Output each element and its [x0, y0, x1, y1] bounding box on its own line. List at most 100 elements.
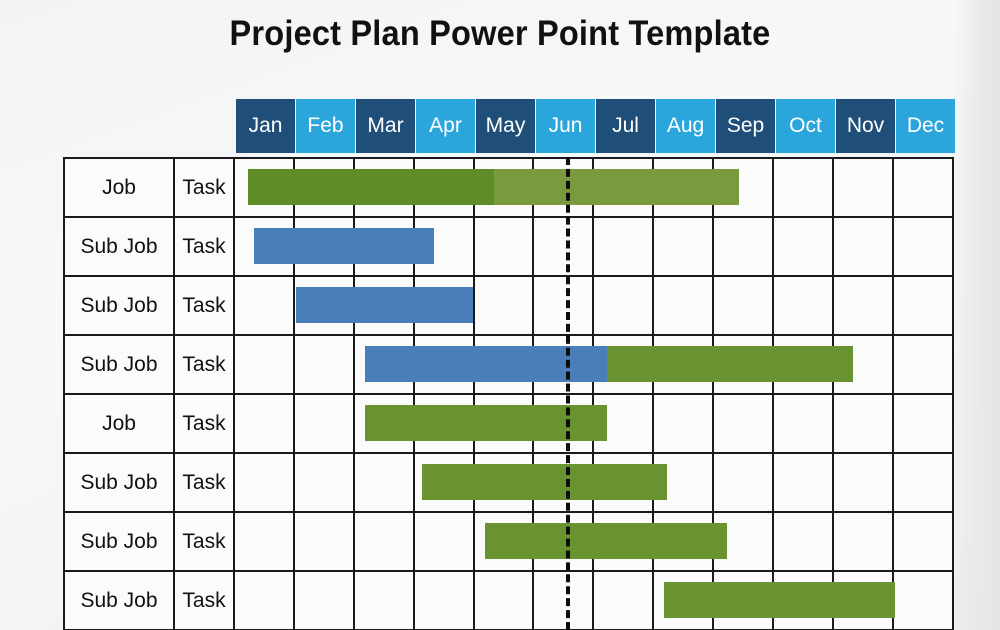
month-header-mar[interactable]: Mar — [356, 99, 415, 153]
grid-cell-nov[interactable] — [831, 570, 894, 630]
grid-cell-dec[interactable] — [891, 393, 954, 454]
grid-cell-sep[interactable] — [712, 570, 775, 630]
grid-cell-apr[interactable] — [412, 334, 475, 395]
grid-cell-jul[interactable] — [592, 275, 655, 336]
grid-cell-oct[interactable] — [772, 511, 834, 572]
grid-cell-jan[interactable] — [233, 452, 295, 513]
grid-cell-may[interactable] — [472, 275, 535, 336]
grid-cell-aug[interactable] — [652, 393, 715, 454]
month-header-feb[interactable]: Feb — [296, 99, 355, 153]
row-job-label[interactable]: Job — [63, 393, 175, 454]
grid-cell-dec[interactable] — [891, 275, 954, 336]
grid-cell-oct[interactable] — [772, 216, 834, 277]
grid-cell-jul[interactable] — [592, 157, 655, 218]
grid-cell-feb[interactable] — [292, 216, 355, 277]
grid-cell-may[interactable] — [472, 452, 535, 513]
grid-cell-apr[interactable] — [412, 393, 475, 454]
grid-cell-apr[interactable] — [412, 216, 475, 277]
month-header-may[interactable]: May — [476, 99, 535, 153]
grid-cell-nov[interactable] — [831, 511, 894, 572]
grid-cell-nov[interactable] — [831, 275, 894, 336]
grid-cell-oct[interactable] — [772, 570, 834, 630]
row-task-label[interactable]: Task — [173, 157, 235, 218]
grid-cell-dec[interactable] — [891, 511, 954, 572]
grid-cell-jun[interactable] — [532, 452, 595, 513]
row-job-label[interactable]: Sub Job — [63, 275, 175, 336]
grid-cell-sep[interactable] — [712, 157, 775, 218]
grid-cell-feb[interactable] — [292, 275, 355, 336]
grid-cell-may[interactable] — [472, 157, 535, 218]
grid-cell-jun[interactable] — [532, 216, 595, 277]
grid-cell-oct[interactable] — [772, 334, 834, 395]
row-job-label[interactable]: Sub Job — [63, 216, 175, 277]
grid-cell-jul[interactable] — [592, 393, 655, 454]
grid-cell-nov[interactable] — [831, 216, 894, 277]
grid-cell-mar[interactable] — [352, 275, 415, 336]
row-job-label[interactable]: Job — [63, 157, 175, 218]
row-task-label[interactable]: Task — [173, 511, 235, 572]
row-job-label[interactable]: Sub Job — [63, 570, 175, 630]
grid-cell-jul[interactable] — [592, 334, 655, 395]
month-header-jul[interactable]: Jul — [596, 99, 655, 153]
month-header-aug[interactable]: Aug — [656, 99, 715, 153]
grid-cell-feb[interactable] — [292, 157, 355, 218]
grid-cell-may[interactable] — [472, 216, 535, 277]
row-job-label[interactable]: Sub Job — [63, 511, 175, 572]
grid-cell-mar[interactable] — [352, 511, 415, 572]
grid-cell-oct[interactable] — [772, 157, 834, 218]
grid-cell-aug[interactable] — [652, 275, 715, 336]
grid-cell-oct[interactable] — [772, 452, 834, 513]
grid-cell-feb[interactable] — [292, 334, 355, 395]
grid-cell-apr[interactable] — [412, 157, 475, 218]
grid-cell-jul[interactable] — [592, 511, 655, 572]
row-job-label[interactable]: Sub Job — [63, 334, 175, 395]
month-header-oct[interactable]: Oct — [776, 99, 835, 153]
grid-cell-mar[interactable] — [352, 334, 415, 395]
grid-cell-sep[interactable] — [712, 393, 775, 454]
grid-cell-jun[interactable] — [532, 511, 595, 572]
grid-cell-jun[interactable] — [532, 275, 595, 336]
month-header-sep[interactable]: Sep — [716, 99, 775, 153]
row-task-label[interactable]: Task — [173, 452, 235, 513]
grid-cell-jun[interactable] — [532, 393, 595, 454]
grid-cell-nov[interactable] — [831, 334, 894, 395]
grid-cell-may[interactable] — [472, 393, 535, 454]
grid-cell-oct[interactable] — [772, 393, 834, 454]
grid-cell-aug[interactable] — [652, 570, 715, 630]
grid-cell-mar[interactable] — [352, 393, 415, 454]
grid-cell-jun[interactable] — [532, 570, 595, 630]
grid-cell-jul[interactable] — [592, 570, 655, 630]
grid-cell-may[interactable] — [472, 511, 535, 572]
grid-cell-nov[interactable] — [831, 452, 894, 513]
grid-cell-jul[interactable] — [592, 216, 655, 277]
grid-cell-jan[interactable] — [233, 334, 295, 395]
grid-cell-jun[interactable] — [532, 334, 595, 395]
grid-cell-may[interactable] — [472, 334, 535, 395]
month-header-jan[interactable]: Jan — [236, 99, 295, 153]
row-task-label[interactable]: Task — [173, 334, 235, 395]
grid-cell-aug[interactable] — [652, 334, 715, 395]
grid-cell-aug[interactable] — [652, 452, 715, 513]
grid-cell-aug[interactable] — [652, 511, 715, 572]
grid-cell-mar[interactable] — [352, 570, 415, 630]
grid-cell-jan[interactable] — [233, 157, 295, 218]
grid-cell-nov[interactable] — [831, 393, 894, 454]
grid-cell-sep[interactable] — [712, 452, 775, 513]
grid-cell-dec[interactable] — [891, 452, 954, 513]
month-header-apr[interactable]: Apr — [416, 99, 475, 153]
month-header-jun[interactable]: Jun — [536, 99, 595, 153]
grid-cell-apr[interactable] — [412, 452, 475, 513]
grid-cell-oct[interactable] — [772, 275, 834, 336]
grid-cell-aug[interactable] — [652, 216, 715, 277]
grid-cell-may[interactable] — [472, 570, 535, 630]
grid-cell-jan[interactable] — [233, 393, 295, 454]
grid-cell-sep[interactable] — [712, 511, 775, 572]
grid-cell-nov[interactable] — [831, 157, 894, 218]
grid-cell-dec[interactable] — [891, 216, 954, 277]
grid-cell-dec[interactable] — [891, 570, 954, 630]
grid-cell-feb[interactable] — [292, 393, 355, 454]
grid-cell-apr[interactable] — [412, 275, 475, 336]
row-job-label[interactable]: Sub Job — [63, 452, 175, 513]
grid-cell-sep[interactable] — [712, 216, 775, 277]
grid-cell-feb[interactable] — [292, 452, 355, 513]
